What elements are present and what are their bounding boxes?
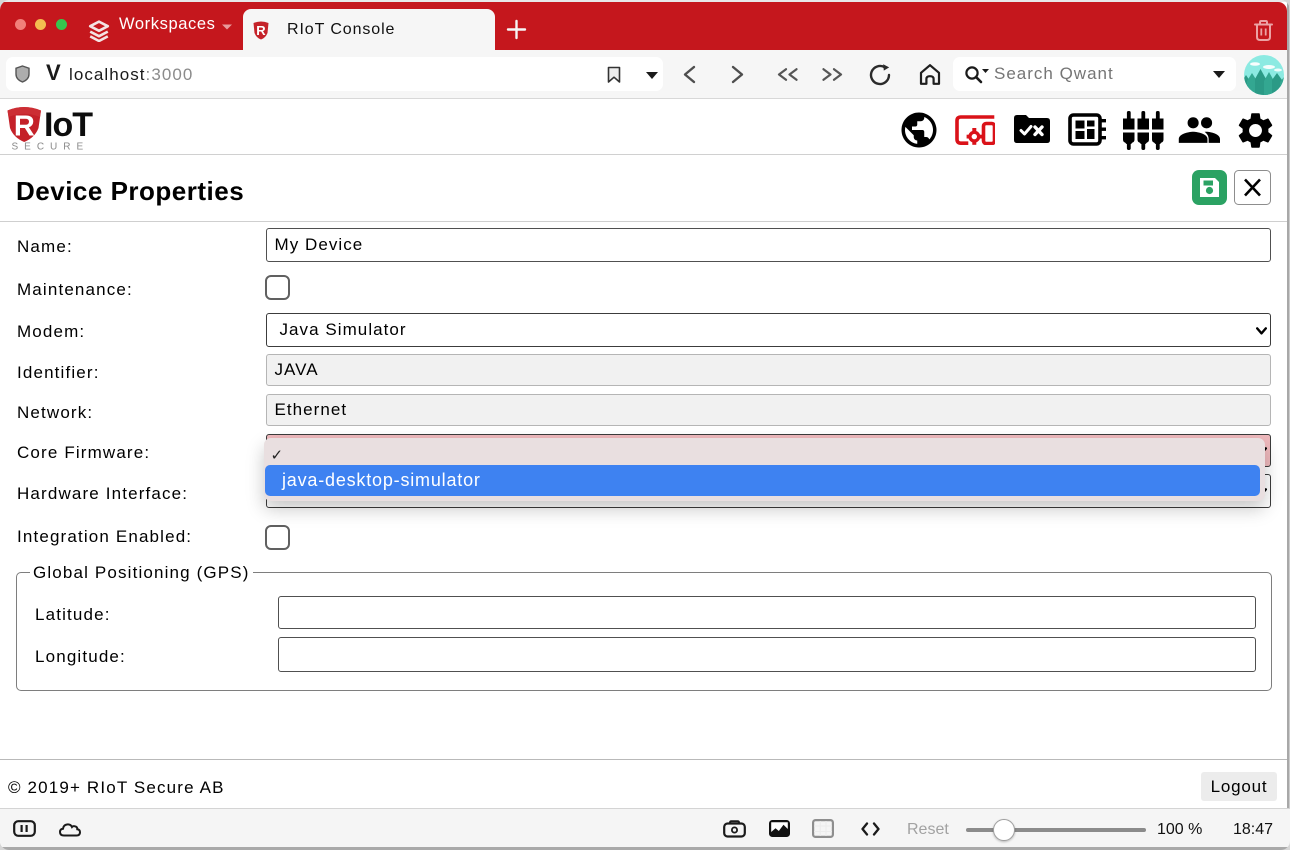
svg-text:R: R <box>256 23 266 38</box>
svg-text:R: R <box>14 111 35 143</box>
svg-text:SECURE: SECURE <box>12 142 90 153</box>
svg-text:IoT: IoT <box>44 106 93 144</box>
